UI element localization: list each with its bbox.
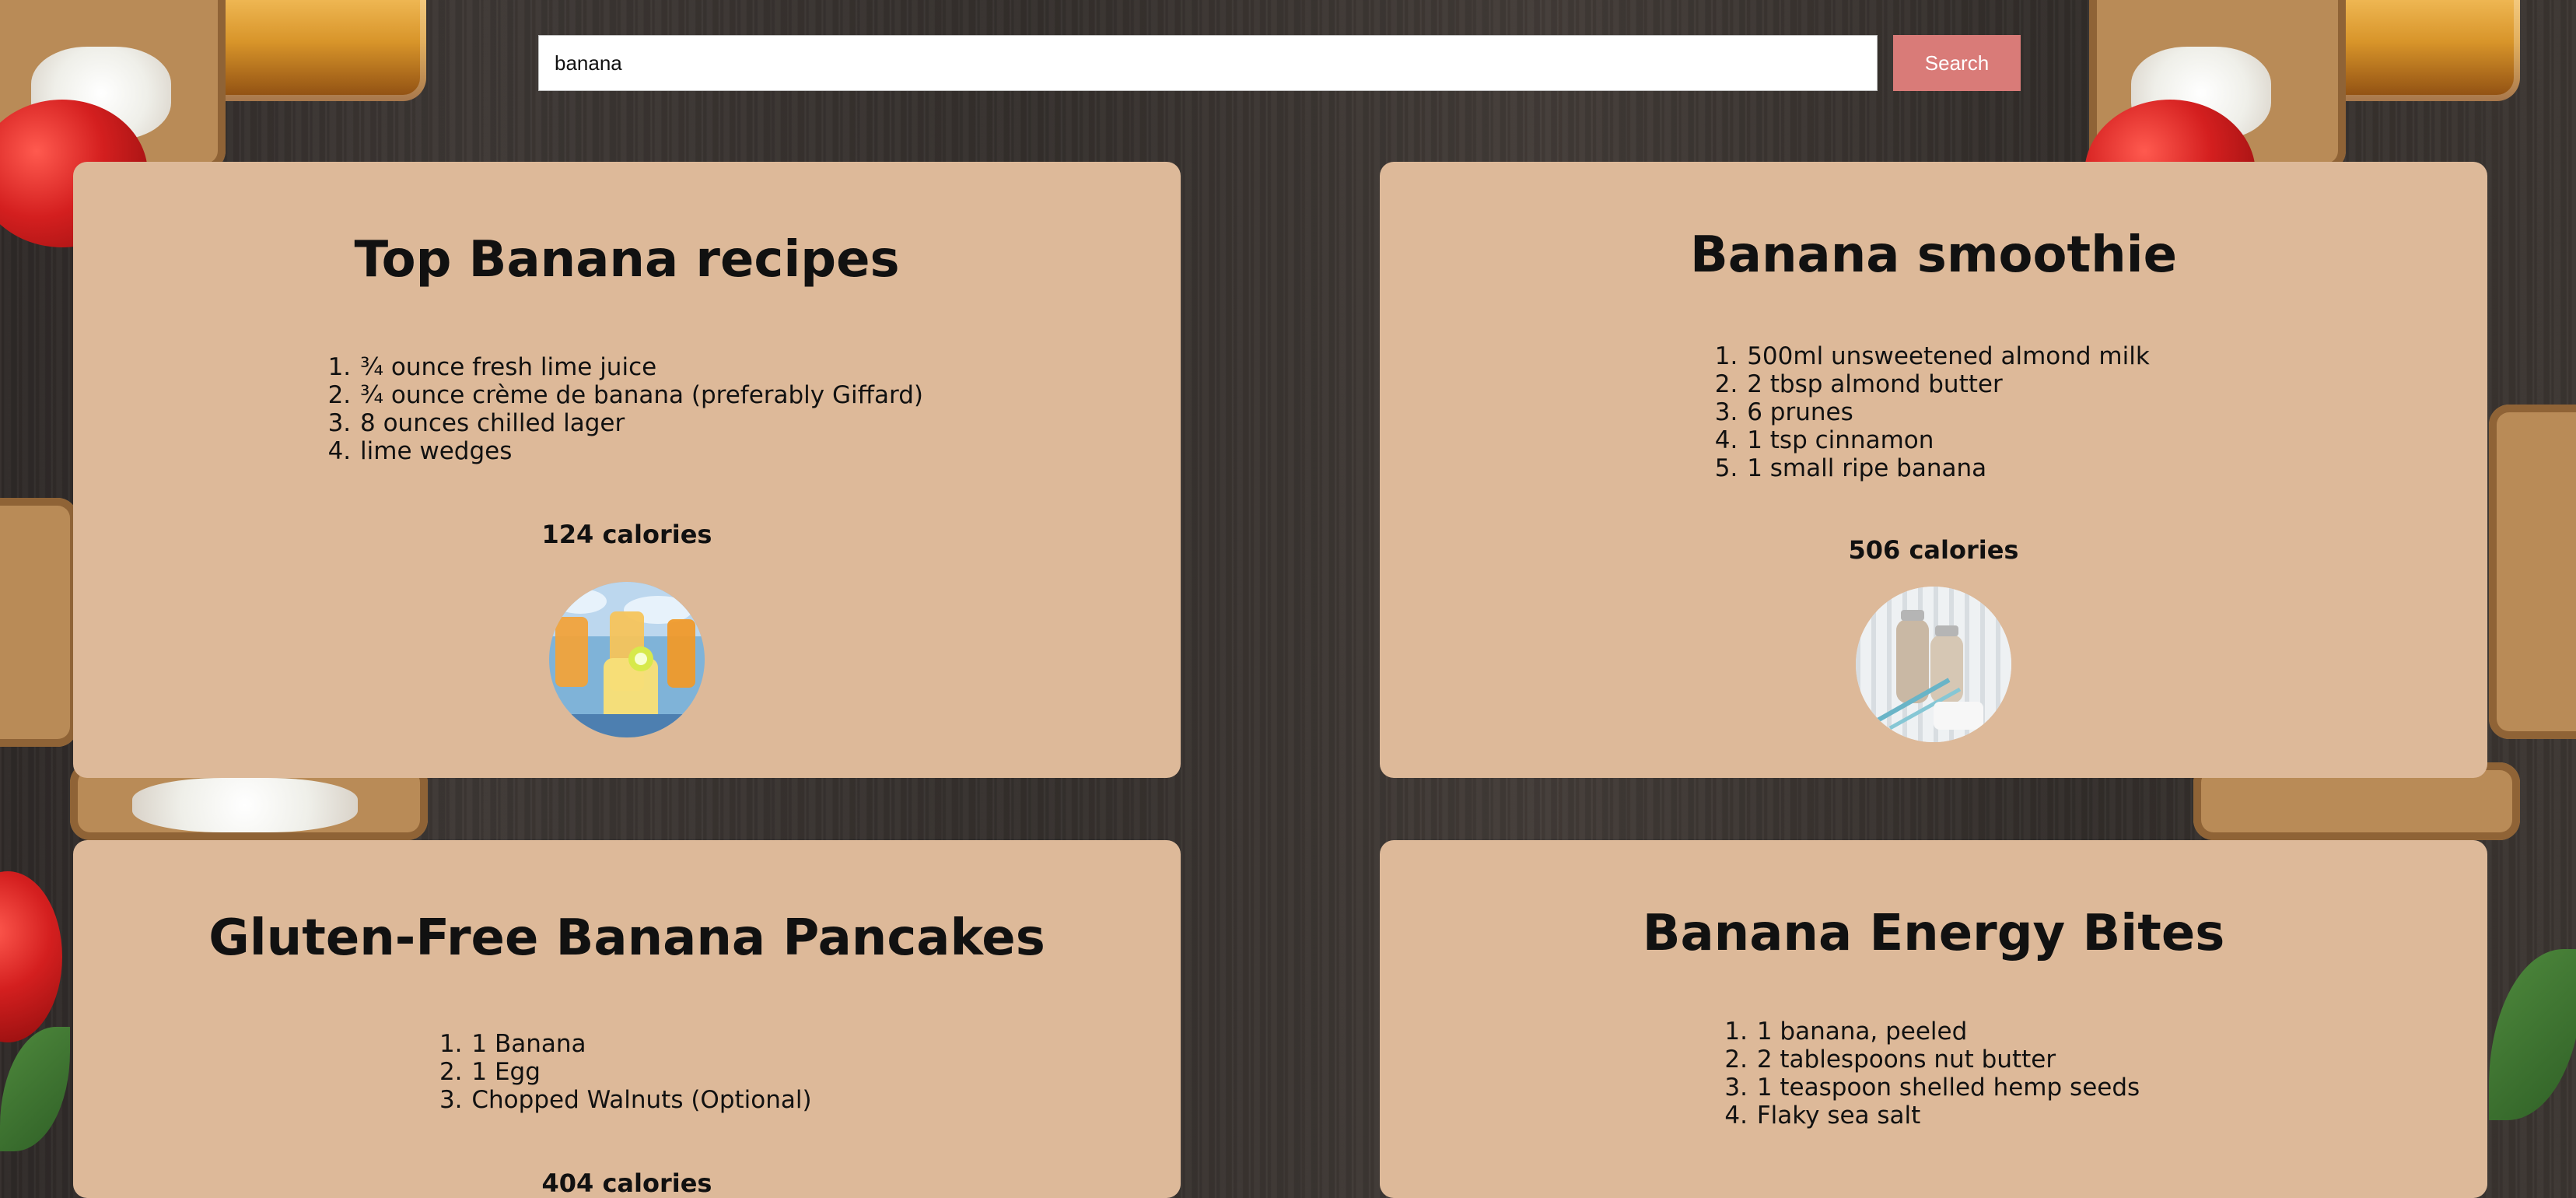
calories-label: 124 calories — [541, 520, 712, 549]
cheese-decoration-top-right — [2131, 47, 2271, 140]
recipe-card[interactable]: Top Banana recipes ¾ ounce fresh lime ju… — [73, 162, 1181, 778]
ingredient-item: 1 banana, peeled — [1755, 1018, 2140, 1046]
smoothie-bottles-image — [1856, 587, 2011, 742]
ingredient-item: 1 Egg — [470, 1058, 811, 1086]
ingredient-item: 1 small ripe banana — [1745, 454, 2150, 482]
cheese-decoration-bottom-left — [132, 778, 358, 832]
recipe-title: Banana Energy Bites — [1642, 905, 2225, 962]
ingredient-item: lime wedges — [359, 437, 923, 465]
recipe-card[interactable]: Banana Energy Bites 1 banana, peeled 2 t… — [1380, 840, 2487, 1198]
jar-decoration-right — [2287, 0, 2520, 101]
ingredients-container: 1 Banana 1 Egg Chopped Walnuts (Optional… — [73, 1030, 1181, 1114]
leaf-decoration-bottom-right — [2489, 949, 2576, 1120]
recipe-title: Top Banana recipes — [354, 231, 900, 289]
jar-decoration-left — [193, 0, 426, 101]
ingredients-container: ¾ ounce fresh lime juice ¾ ounce crème d… — [73, 353, 1181, 465]
ingredient-item: 2 tbsp almond butter — [1745, 370, 2150, 398]
search-button[interactable]: Search — [1893, 35, 2021, 91]
leaf-decoration-bottom-left — [0, 1027, 70, 1151]
recipe-card[interactable]: Gluten-Free Banana Pancakes 1 Banana 1 E… — [73, 840, 1181, 1198]
ingredient-item: 1 Banana — [470, 1030, 811, 1058]
recipe-thumbnail-smoothie — [1856, 587, 2011, 742]
ingredient-item: 1 teaspoon shelled hemp seeds — [1755, 1074, 2140, 1102]
toast-decoration-left-middle — [0, 498, 78, 747]
cheese-decoration-top-left — [31, 47, 171, 140]
ingredients-list: 500ml unsweetened almond milk 2 tbsp alm… — [1717, 342, 2150, 482]
ingredient-item: Chopped Walnuts (Optional) — [470, 1086, 811, 1114]
calories-label: 404 calories — [541, 1168, 712, 1198]
ingredients-list: ¾ ounce fresh lime juice ¾ ounce crème d… — [331, 353, 923, 465]
ingredient-item: ¾ ounce crème de banana (preferably Giff… — [359, 381, 923, 409]
ingredients-list: 1 banana, peeled 2 tablespoons nut butte… — [1727, 1018, 2140, 1130]
ingredients-container: 500ml unsweetened almond milk 2 tbsp alm… — [1380, 342, 2487, 482]
toast-decoration-top-right — [2089, 0, 2346, 171]
toast-decoration-right-middle — [2489, 405, 2576, 739]
recipe-title: Gluten-Free Banana Pancakes — [208, 909, 1045, 967]
search-bar: Search — [538, 35, 2021, 91]
tomato-decoration-bottom-left — [0, 871, 62, 1042]
ingredient-item: 500ml unsweetened almond milk — [1745, 342, 2150, 370]
ingredients-list: 1 Banana 1 Egg Chopped Walnuts (Optional… — [442, 1030, 811, 1114]
ingredient-item: 2 tablespoons nut butter — [1755, 1046, 2140, 1074]
calories-label: 506 calories — [1848, 535, 2019, 565]
ingredients-container: 1 banana, peeled 2 tablespoons nut butte… — [1380, 1018, 2487, 1130]
ingredient-item: ¾ ounce fresh lime juice — [359, 353, 923, 381]
search-input[interactable] — [538, 35, 1878, 91]
ingredient-item: 6 prunes — [1745, 398, 2150, 426]
cocktail-glasses-image — [549, 582, 705, 737]
recipe-title: Banana smoothie — [1690, 226, 2177, 284]
ingredient-item: Flaky sea salt — [1755, 1102, 2140, 1130]
toast-decoration-top-left — [0, 0, 226, 171]
ingredient-item: 8 ounces chilled lager — [359, 409, 923, 437]
recipe-thumbnail-cocktail — [549, 582, 705, 737]
ingredient-item: 1 tsp cinnamon — [1745, 426, 2150, 454]
recipe-card[interactable]: Banana smoothie 500ml unsweetened almond… — [1380, 162, 2487, 778]
